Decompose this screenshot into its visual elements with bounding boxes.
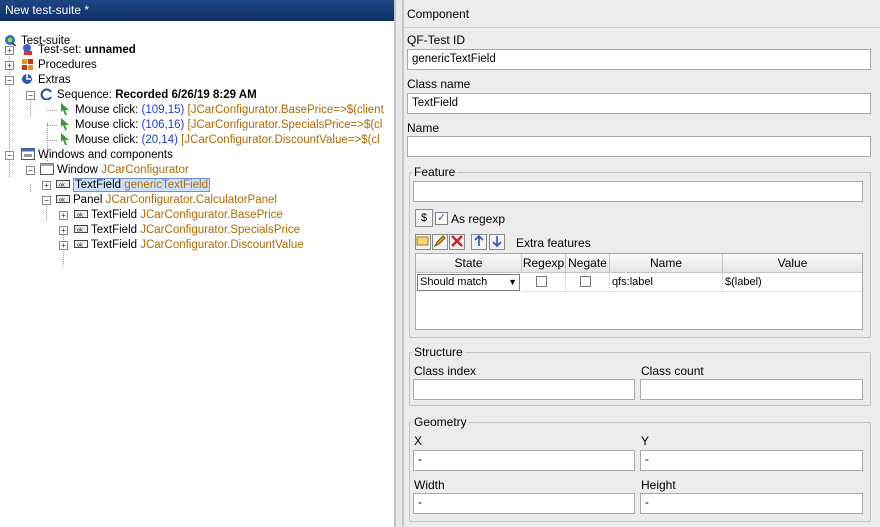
tree-node-procedures[interactable]: Procedures bbox=[21, 58, 97, 73]
window-icon bbox=[40, 162, 54, 175]
extras-icon bbox=[21, 73, 35, 85]
edit-feature-icon[interactable] bbox=[432, 234, 448, 250]
textfield-icon: ok bbox=[74, 238, 88, 250]
as-regexp-label: As regexp bbox=[451, 212, 506, 226]
y-label: Y bbox=[641, 434, 650, 448]
mouse-click-icon bbox=[58, 102, 72, 115]
height-input[interactable]: - bbox=[640, 493, 863, 514]
tree-pane-title: New test-suite * bbox=[0, 0, 394, 21]
procedures-icon bbox=[21, 58, 35, 70]
regexp-cell-checkbox[interactable] bbox=[536, 276, 547, 287]
class-name-label: Class name bbox=[407, 77, 471, 91]
column-header-value[interactable]: Value bbox=[723, 254, 862, 273]
tree-node-window[interactable]: Window JCarConfigurator bbox=[40, 162, 189, 178]
tree-node-extras[interactable]: Extras bbox=[21, 73, 71, 88]
height-label: Height bbox=[641, 478, 676, 492]
collapse-minus-icon[interactable]: − bbox=[26, 166, 35, 175]
expand-plus-icon[interactable]: + bbox=[59, 226, 68, 235]
width-label: Width bbox=[414, 478, 445, 492]
x-input[interactable]: - bbox=[413, 450, 635, 471]
tree-node-mouse-click[interactable]: Mouse click: (109,15) [JCarConfigurator.… bbox=[58, 102, 384, 118]
sequence-icon bbox=[40, 88, 54, 101]
expand-plus-icon[interactable]: + bbox=[42, 181, 51, 190]
svg-text:ok: ok bbox=[77, 227, 83, 233]
class-index-label: Class index bbox=[414, 364, 477, 378]
textfield-icon: ok bbox=[74, 223, 88, 235]
textfield-icon: ok bbox=[56, 178, 70, 190]
column-header-name[interactable]: Name bbox=[610, 254, 723, 273]
mouse-click-icon bbox=[58, 132, 72, 145]
table-cell-name[interactable]: qfs:label bbox=[610, 273, 723, 292]
class-count-label: Class count bbox=[641, 364, 704, 378]
geometry-group-title: Geometry bbox=[412, 415, 469, 429]
collapse-minus-icon[interactable]: − bbox=[5, 76, 14, 85]
expand-plus-icon[interactable]: + bbox=[59, 211, 68, 220]
feature-input[interactable] bbox=[413, 181, 863, 202]
collapse-minus-icon[interactable]: − bbox=[5, 151, 14, 160]
tree-node-textfield-selected[interactable]: ok TextField genericTextField bbox=[56, 178, 210, 193]
mouse-click-icon bbox=[58, 117, 72, 130]
windows-components-icon bbox=[21, 147, 35, 160]
class-name-input[interactable]: TextField bbox=[407, 93, 871, 114]
panel-icon: ok bbox=[56, 193, 70, 205]
name-input[interactable] bbox=[407, 136, 871, 157]
x-label: X bbox=[414, 434, 423, 448]
tree-node-textfield[interactable]: ok TextField JCarConfigurator.BasePrice bbox=[74, 208, 283, 223]
class-index-input[interactable] bbox=[413, 379, 635, 400]
test-suite-icon bbox=[4, 34, 18, 47]
qf-test-id-label: QF-Test ID bbox=[407, 33, 466, 47]
width-input[interactable]: - bbox=[413, 493, 635, 514]
expand-plus-icon[interactable]: + bbox=[5, 46, 14, 55]
details-title: Component bbox=[404, 0, 880, 28]
tree-node-panel[interactable]: ok Panel JCarConfigurator.CalculatorPane… bbox=[56, 193, 277, 208]
qf-test-id-input[interactable]: genericTextField bbox=[407, 49, 871, 70]
svg-text:ok: ok bbox=[59, 182, 65, 188]
delete-feature-icon[interactable] bbox=[449, 234, 465, 250]
dollar-variable-button[interactable]: $ bbox=[415, 209, 433, 227]
tree-node-mouse-click[interactable]: Mouse click: (106,16) [JCarConfigurator.… bbox=[58, 117, 382, 133]
tree-node-sequence[interactable]: Sequence: Recorded 6/26/19 8:29 AM bbox=[40, 88, 257, 103]
tree-node-textfield[interactable]: ok TextField JCarConfigurator.SpecialsPr… bbox=[74, 223, 300, 238]
expand-plus-icon[interactable]: + bbox=[59, 241, 68, 250]
tree-node-test-set[interactable]: Test-set: unnamed bbox=[21, 43, 136, 58]
expand-plus-icon[interactable]: + bbox=[5, 61, 14, 70]
collapse-minus-icon[interactable]: − bbox=[26, 91, 35, 100]
test-suite-tree-pane: New test-suite * Test-suite + Test-set: … bbox=[0, 0, 395, 527]
collapse-minus-icon[interactable]: − bbox=[42, 196, 51, 205]
tree-node-windows-and-components[interactable]: Windows and components bbox=[21, 147, 173, 163]
split-pane-divider[interactable] bbox=[395, 0, 403, 527]
svg-text:ok: ok bbox=[59, 197, 65, 203]
extra-features-label: Extra features bbox=[516, 236, 591, 250]
table-cell-regexp bbox=[522, 273, 566, 292]
svg-text:ok: ok bbox=[77, 212, 83, 218]
move-down-icon[interactable] bbox=[489, 234, 505, 250]
tree-node-mouse-click[interactable]: Mouse click: (20,14) [JCarConfigurator.D… bbox=[58, 132, 380, 148]
extra-features-table: State Regexp Negate Name Value Should ma… bbox=[415, 253, 863, 330]
move-up-icon[interactable] bbox=[471, 234, 487, 250]
class-count-input[interactable] bbox=[640, 379, 863, 400]
negate-cell-checkbox[interactable] bbox=[580, 276, 591, 287]
feature-group-title: Feature bbox=[412, 165, 458, 179]
structure-group-title: Structure bbox=[412, 345, 465, 359]
name-label: Name bbox=[407, 121, 440, 135]
chevron-down-icon: ▼ bbox=[508, 277, 517, 287]
add-feature-icon[interactable] bbox=[415, 234, 431, 250]
selected-node-label: TextField genericTextField bbox=[73, 178, 210, 192]
state-select[interactable]: Should match ▼ bbox=[417, 274, 520, 291]
tree-node-textfield[interactable]: ok TextField JCarConfigurator.DiscountVa… bbox=[74, 238, 304, 253]
column-header-state[interactable]: State bbox=[416, 254, 522, 273]
textfield-icon: ok bbox=[74, 208, 88, 220]
test-set-icon bbox=[21, 43, 35, 55]
table-cell-value[interactable]: $(label) bbox=[723, 273, 862, 292]
y-input[interactable]: - bbox=[640, 450, 863, 471]
column-header-negate[interactable]: Negate bbox=[566, 254, 610, 273]
svg-text:ok: ok bbox=[77, 242, 83, 248]
column-header-regexp[interactable]: Regexp bbox=[522, 254, 566, 273]
table-cell-negate bbox=[566, 273, 610, 292]
as-regexp-checkbox[interactable]: ✓ bbox=[435, 212, 448, 225]
